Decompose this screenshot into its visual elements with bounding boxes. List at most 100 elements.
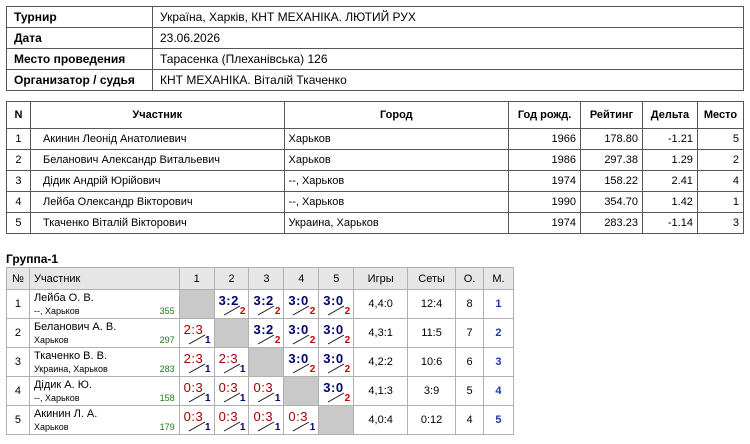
participant-row: 2 Беланович Александр Витальевич Харьков 19… (6, 149, 745, 171)
participant-year: 1990 (508, 191, 581, 213)
group-games: 4,1:3 (353, 376, 409, 406)
group-row: 1 Лейба О. В. --, Харьков 355 3:2 2 3:2 2 3:0 2 3:… (6, 289, 515, 319)
score-cell: 2:3 1 (178, 347, 215, 377)
participant-n: 1 (6, 128, 31, 150)
score-divider (188, 363, 205, 374)
info-row: Организатор / судья КНТ МЕХАНІКА. Віталій… (6, 69, 744, 91)
participant-year: 1974 (508, 212, 581, 234)
score-divider (188, 392, 205, 403)
participant-delta: -1.21 (641, 128, 698, 150)
score-cell: 2:3 1 (178, 318, 215, 348)
col-header-year: Год рожд. (508, 101, 581, 129)
participant-rating: 354.70 (580, 191, 643, 213)
score-cell: 2:3 1 (213, 347, 250, 377)
score-divider (293, 363, 310, 374)
match-points: 2 (239, 306, 246, 317)
info-key: Дата (6, 27, 153, 49)
group-sets: 11:5 (407, 318, 457, 348)
player-city: Украина, Харьков (33, 364, 108, 374)
group-sets: 3:9 (407, 376, 457, 406)
group-place: 1 (482, 289, 515, 319)
participant-year: 1974 (508, 170, 581, 192)
info-row: Дата 23.06.2026 (6, 27, 744, 49)
score-divider (223, 421, 240, 432)
score-cell: 3:0 2 (318, 318, 355, 348)
match-points: 1 (205, 364, 211, 375)
participant-name: Ткаченко Віталій Вікторович (29, 212, 285, 234)
match-points: 2 (344, 335, 351, 346)
info-key: Турнир (6, 6, 153, 28)
group-player-cell: Дідик А. Ю. --, Харьков 158 (28, 376, 180, 406)
score-divider (223, 363, 240, 374)
group-place: 2 (482, 318, 515, 348)
participants-header-row: N Участник Город Год рожд. Рейтинг Дельт… (6, 101, 745, 129)
group-points: 5 (455, 376, 484, 406)
match-points: 2 (309, 335, 316, 346)
match-points: 1 (274, 393, 281, 404)
info-row: Место проведения Тарасенка (Плеханівська)… (6, 48, 744, 70)
group-header-games: Игры (353, 267, 409, 290)
score-divider (223, 392, 240, 403)
match-points: 1 (274, 422, 281, 433)
participant-rating: 297.38 (580, 149, 643, 171)
participant-year: 1966 (508, 128, 581, 150)
player-name: Акинин Л. А. (33, 408, 98, 420)
self-cell (248, 347, 285, 377)
participant-delta: 2.41 (641, 170, 698, 192)
participant-rating: 178.80 (580, 128, 643, 150)
match-points: 1 (239, 364, 246, 375)
col-header-delta: Дельта (641, 101, 698, 129)
participants-table: N Участник Город Год рожд. Рейтинг Дельт… (6, 101, 745, 234)
participant-n: 5 (6, 212, 31, 234)
group-games: 4,0:4 (353, 405, 409, 435)
group-row-n: 1 (6, 289, 30, 319)
self-cell (283, 376, 320, 406)
match-points: 1 (205, 422, 211, 433)
group-header-col-2: 2 (213, 267, 250, 290)
info-key: Организатор / судья (6, 69, 153, 91)
score-cell: 3:2 2 (248, 318, 285, 348)
score-cell: 3:0 2 (283, 347, 320, 377)
score-cell: 3:0 2 (283, 318, 320, 348)
score-cell: 0:3 1 (178, 376, 215, 406)
participant-city: Украина, Харьков (283, 212, 510, 234)
score-divider (328, 363, 345, 374)
group-player-cell: Акинин Л. А. Харьков 179 (28, 405, 180, 435)
participant-delta: 1.42 (641, 191, 698, 213)
participant-name: Лейба Олександр Вікторович (29, 191, 285, 213)
participant-city: Харьков (283, 149, 510, 171)
score-divider (258, 305, 275, 316)
group-games: 4,3:1 (353, 318, 409, 348)
info-value: Тарасенка (Плеханівська) 126 (152, 48, 744, 70)
match-points: 1 (309, 422, 316, 433)
group-header-place: М. (482, 267, 515, 290)
match-points: 1 (239, 422, 246, 433)
player-rating: 179 (159, 422, 175, 432)
score-divider (328, 392, 345, 403)
participant-n: 2 (6, 149, 31, 171)
group-sets: 0:12 (407, 405, 457, 435)
group-games: 4,2:2 (353, 347, 409, 377)
participant-n: 3 (6, 170, 31, 192)
participant-place: 2 (696, 149, 745, 171)
group-row: 2 Беланович А. В. Харьков 297 2:3 1 3:2 2 3:0 2 3:… (6, 318, 515, 348)
participant-row: 1 Акинин Леонід Анатолиевич Харьков 1966 178… (6, 128, 745, 150)
participant-city: --, Харьков (283, 191, 510, 213)
score-cell: 3:0 2 (318, 376, 355, 406)
score-divider (188, 421, 205, 432)
group-header-n: № (6, 267, 30, 290)
score-divider (258, 421, 275, 432)
participant-place: 1 (696, 191, 745, 213)
group-row-n: 4 (6, 376, 30, 406)
participant-row: 3 Дідик Андрій Юрійович --, Харьков 1974 158… (6, 170, 745, 192)
score-cell: 0:3 1 (248, 376, 285, 406)
group-row: 4 Дідик А. Ю. --, Харьков 158 0:3 1 0:3 1 0:3 1 3:… (6, 376, 515, 406)
player-city: Харьков (33, 422, 69, 432)
participant-rating: 158.22 (580, 170, 643, 192)
participant-place: 3 (696, 212, 745, 234)
match-points: 1 (205, 335, 211, 346)
participant-year: 1986 (508, 149, 581, 171)
player-name: Лейба О. В. (33, 292, 94, 304)
player-rating: 297 (159, 335, 175, 345)
group-row-n: 2 (6, 318, 30, 348)
